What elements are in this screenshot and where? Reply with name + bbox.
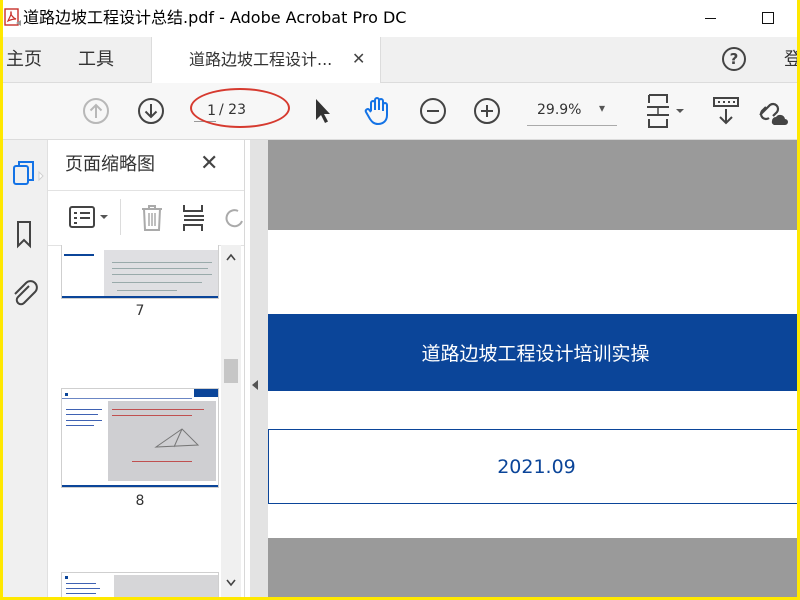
zoom-out-icon[interactable]: [419, 97, 447, 125]
comment-icon[interactable]: [711, 95, 741, 127]
bookmark-icon[interactable]: [3, 216, 47, 252]
thumbnail-toolbar: [48, 190, 244, 246]
tab-tools[interactable]: 工具: [78, 48, 114, 72]
document-title: 道路边坡工程设计培训实操: [421, 343, 650, 365]
tab-bar: 主页 工具 道路边坡工程设计... ✕ ? 登: [3, 37, 797, 83]
thumbnail-page-9[interactable]: [61, 572, 219, 597]
zoom-value: 29.9%: [537, 102, 582, 118]
thumbnail-label: 7: [135, 303, 145, 319]
zoom-in-icon[interactable]: [473, 97, 501, 125]
page-thumbnails-panel: 页面缩略图 ✕ 7 8: [48, 140, 245, 597]
arrow-down-circle-icon[interactable]: [137, 97, 165, 125]
minimize-button[interactable]: [691, 0, 731, 37]
left-rail: [3, 140, 48, 597]
acrobat-window: 道路边坡工程设计总结.pdf - Adobe Acrobat Pro DC 主页…: [3, 0, 797, 597]
cursor-arrow-icon[interactable]: [310, 96, 334, 126]
thumbnail-page-7[interactable]: 7: [61, 245, 219, 323]
title-bar: 道路边坡工程设计总结.pdf - Adobe Acrobat Pro DC: [3, 0, 797, 37]
page-thumbnails-icon[interactable]: [3, 158, 47, 194]
document-date: 2021.09: [497, 456, 576, 478]
collapse-panel-icon[interactable]: [249, 377, 261, 393]
panel-title: 页面缩略图: [65, 154, 155, 175]
toolbar: / 23 29.9% ▾: [3, 83, 797, 140]
thumbnail-label: 8: [135, 493, 145, 509]
rotate-icon[interactable]: [222, 203, 244, 233]
paperclip-icon[interactable]: [3, 274, 47, 310]
acrobat-pdf-icon: [3, 8, 23, 28]
fit-page-icon[interactable]: [643, 93, 687, 129]
close-tab-icon[interactable]: ✕: [352, 49, 365, 69]
hand-icon[interactable]: [363, 95, 391, 127]
insert-pages-icon[interactable]: [182, 203, 208, 233]
thumbnail-image: [61, 572, 219, 597]
signin-link[interactable]: 登: [784, 48, 797, 72]
chevron-down-icon: ▾: [599, 101, 606, 115]
red-highlight-ellipse: [190, 88, 290, 128]
arrow-up-circle-icon[interactable]: [82, 97, 110, 125]
chevron-down-icon[interactable]: [226, 577, 236, 590]
options-menu-icon[interactable]: [68, 205, 114, 231]
document-view[interactable]: 道路边坡工程设计培训实操 2021.09: [250, 140, 797, 597]
date-box: 2021.09: [268, 429, 797, 504]
gray-band-top: [268, 140, 797, 230]
close-icon[interactable]: ✕: [200, 152, 218, 176]
title-banner: 道路边坡工程设计培训实操: [268, 314, 797, 391]
scrollbar-thumb[interactable]: [224, 359, 238, 383]
thumbnail-image: [61, 388, 219, 488]
help-icon[interactable]: ?: [722, 47, 746, 71]
toolbar-divider: [120, 199, 121, 235]
thumbnail-list: 7 8: [48, 245, 220, 597]
trash-icon[interactable]: [140, 203, 164, 233]
thumbnail-scrollbar[interactable]: [221, 245, 241, 597]
chevron-up-icon[interactable]: [226, 251, 236, 264]
window-title: 道路边坡工程设计总结.pdf - Adobe Acrobat Pro DC: [23, 8, 407, 27]
thumbnail-image: [61, 245, 219, 299]
link-cloud-icon[interactable]: [752, 95, 788, 127]
zoom-dropdown[interactable]: 29.9% ▾: [527, 97, 617, 126]
maximize-button[interactable]: [748, 0, 788, 37]
tab-document[interactable]: 道路边坡工程设计... ✕: [151, 37, 381, 83]
tab-home[interactable]: 主页: [6, 48, 42, 72]
gray-band-bottom: [268, 538, 797, 597]
thumbnail-page-8[interactable]: 8: [61, 388, 219, 513]
pdf-page: 道路边坡工程设计培训实操 2021.09: [268, 140, 797, 597]
tab-document-label: 道路边坡工程设计...: [189, 50, 333, 69]
